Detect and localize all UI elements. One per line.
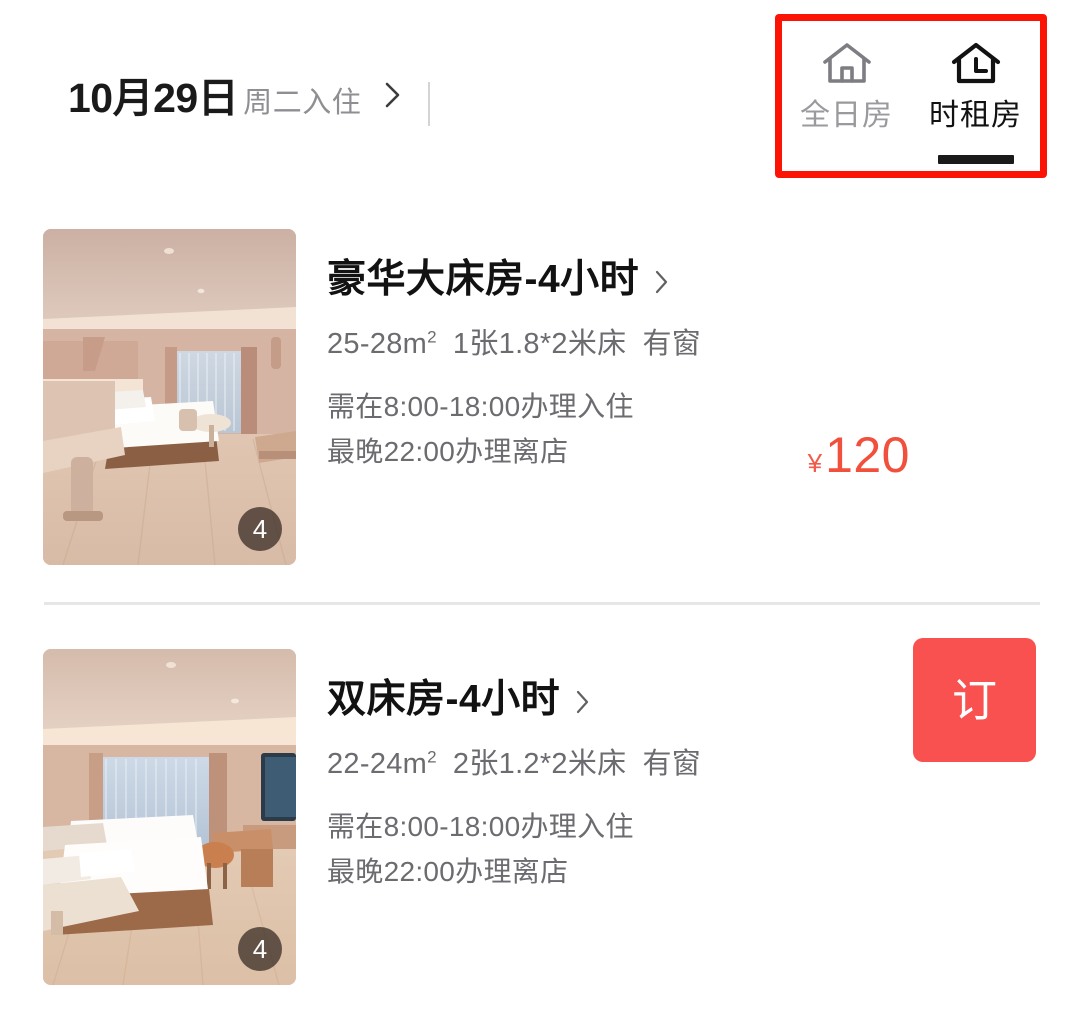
room-booking-screen: 10月29日 周二入住 全日房 时租房 4 豪华大床房-4小时 25-28m2 … <box>0 0 1080 1017</box>
price-amount: 120 <box>825 427 910 483</box>
room-list: 4 豪华大床房-4小时 25-28m2 1张1.8*2米床 有窗 需在8:00-18… <box>0 182 1080 1017</box>
header-vertical-divider <box>428 82 430 126</box>
photo-count-badge: 4 <box>238 927 282 971</box>
room-window: 有窗 <box>642 328 702 360</box>
checkout-note: 最晚22:00办理离店 <box>327 436 569 468</box>
room-card[interactable]: 4 豪华大床房-4小时 25-28m2 1张1.8*2米床 有窗 需在8:00-18… <box>0 182 1080 762</box>
room-area: 25-28m <box>327 328 428 360</box>
room-time-notes: 需在8:00-18:00办理入住 最晚22:00办理离店 <box>327 804 787 895</box>
checkin-note: 需在8:00-18:00办理入住 <box>327 390 634 422</box>
room-title: 豪华大床房-4小时 <box>327 258 640 301</box>
room-time-notes: 需在8:00-18:00办理入住 最晚22:00办理离店 <box>327 384 787 475</box>
tab-full-day-room-label: 全日房 <box>800 99 893 132</box>
checkin-date-weekday: 周二入住 <box>243 87 362 119</box>
room-beds: 1张1.8*2米床 <box>452 328 627 360</box>
room-beds: 2张1.2*2米床 <box>452 748 627 780</box>
room-title: 双床房-4小时 <box>327 678 561 721</box>
active-tab-indicator <box>937 155 1014 164</box>
room-info: 豪华大床房-4小时 25-28m2 1张1.8*2米床 有窗 需在8:00-18:0… <box>327 182 787 475</box>
room-type-tabs: 全日房 时租房 <box>782 21 1040 171</box>
house-icon <box>816 38 878 90</box>
room-info: 双床房-4小时 22-24m2 2张1.2*2米床 有窗 需在8:00-18:00办… <box>327 602 787 895</box>
house-clock-icon <box>945 38 1007 90</box>
room-area-unit-sup: 2 <box>427 747 437 767</box>
room-specs: 25-28m2 1张1.8*2米床 有窗 <box>327 321 747 368</box>
tab-hourly-room-label: 时租房 <box>929 99 1022 132</box>
chevron-right-icon <box>574 689 592 715</box>
currency-symbol: ¥ <box>807 448 823 478</box>
chevron-right-icon <box>383 80 403 110</box>
tab-full-day-room[interactable]: 全日房 <box>782 21 911 171</box>
room-price: ¥ 120 <box>808 430 910 480</box>
room-area: 22-24m <box>327 748 428 780</box>
room-thumbnail[interactable]: 4 <box>43 649 296 985</box>
room-window: 有窗 <box>642 748 702 780</box>
checkout-note: 最晚22:00办理离店 <box>327 856 569 888</box>
room-specs: 22-24m2 2张1.2*2米床 有窗 <box>327 741 747 788</box>
checkin-note: 需在8:00-18:00办理入住 <box>327 810 634 842</box>
tab-hourly-room[interactable]: 时租房 <box>911 21 1040 171</box>
room-area-unit-sup: 2 <box>427 327 437 347</box>
checkin-date-selector[interactable]: 10月29日 周二入住 <box>68 78 403 130</box>
room-card[interactable]: 4 双床房-4小时 22-24m2 2张1.2*2米床 有窗 需在8:00-18:0… <box>0 602 1080 1017</box>
page-header: 10月29日 周二入住 全日房 时租房 <box>0 0 1080 182</box>
room-type-tab-highlight: 全日房 时租房 <box>775 14 1047 178</box>
chevron-right-icon <box>653 269 671 295</box>
room-title-row[interactable]: 豪华大床房-4小时 <box>327 260 787 299</box>
room-title-row[interactable]: 双床房-4小时 <box>327 680 787 719</box>
photo-count-badge: 4 <box>238 507 282 551</box>
room-thumbnail[interactable]: 4 <box>43 229 296 565</box>
checkin-date-main: 10月29日 <box>68 75 239 121</box>
